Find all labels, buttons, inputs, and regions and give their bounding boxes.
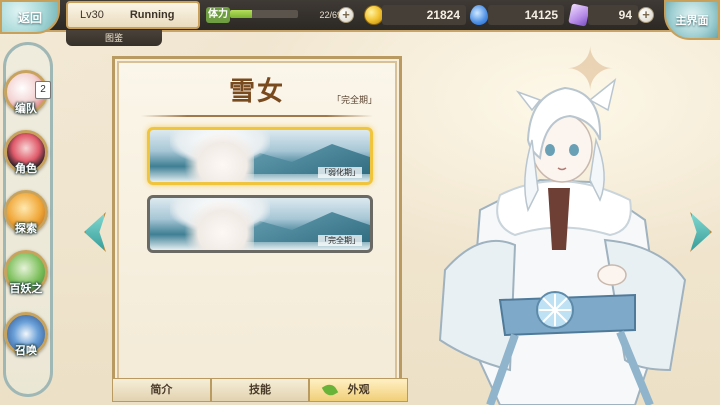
card-portrait <box>184 198 254 250</box>
current-stage-tag: 「完全期」 <box>331 95 377 105</box>
tab-codex[interactable]: 图鉴 <box>66 30 162 46</box>
main-menu-button[interactable]: 主界面 <box>664 0 720 40</box>
soul-jade-icon <box>470 5 488 25</box>
crystal-amount: 94 <box>588 5 638 25</box>
stamina-label: 体力 <box>206 7 230 23</box>
side-nav-explore[interactable]: 探索 <box>4 190 48 235</box>
stamina-value: 22/69 <box>319 10 342 20</box>
gold-coin-icon <box>364 5 384 25</box>
add-crystal-button[interactable]: + <box>638 7 654 23</box>
team-count-badge: 2 <box>35 81 51 99</box>
card-portrait <box>184 130 254 182</box>
side-nav-label: 探索 <box>15 223 37 235</box>
skin-panel: 雪女 「完全期」 「弱化期」 「完全期」 <box>112 56 402 402</box>
side-nav-character[interactable]: 角色 <box>4 130 48 175</box>
skin-card-complete[interactable]: 「完全期」 <box>147 195 373 253</box>
tab-label: 简介 <box>150 384 173 396</box>
skin-card-weakened[interactable]: 「弱化期」 <box>147 127 373 185</box>
skin-card-tag: 「完全期」 <box>318 235 362 246</box>
tab-appearance[interactable]: 外观 <box>309 378 409 402</box>
tab-intro[interactable]: 简介 <box>112 378 211 402</box>
character-illustration <box>438 78 687 405</box>
tab-label: 外观 <box>347 384 370 396</box>
side-nav-team[interactable]: 2 编队 <box>4 70 51 115</box>
skin-card-tag: 「弱化期」 <box>318 167 362 178</box>
tab-skills[interactable]: 技能 <box>210 378 310 402</box>
title-divider <box>141 115 373 117</box>
side-nav-label: 角色 <box>15 163 37 175</box>
panel-tabs: 简介 技能 外观 <box>112 378 409 402</box>
player-level-box: Lv30 Running <box>66 1 200 29</box>
player-status: Running <box>129 9 175 21</box>
soul-amount: 14125 <box>488 5 564 25</box>
side-nav-label: 编队 <box>15 103 37 115</box>
back-label: 返回 <box>17 10 42 25</box>
tab-label: 技能 <box>249 384 271 396</box>
side-nav-label: 百妖之 <box>9 283 43 295</box>
side-nav-yokai[interactable]: 百妖之 <box>4 250 48 295</box>
main-menu-label: 主界面 <box>675 15 709 27</box>
player-level: Lv30 <box>80 9 104 21</box>
gold-amount: 21824 <box>382 5 466 25</box>
side-nav-summon[interactable]: 召唤 <box>4 312 48 357</box>
side-nav-label: 召唤 <box>15 345 37 357</box>
stamina-meter: 体力 22/69 <box>206 5 356 25</box>
stamina-bar-fill <box>230 10 252 18</box>
stamina-bar <box>230 10 298 18</box>
add-stamina-button[interactable]: + <box>338 7 354 23</box>
leaf-icon <box>322 381 339 399</box>
